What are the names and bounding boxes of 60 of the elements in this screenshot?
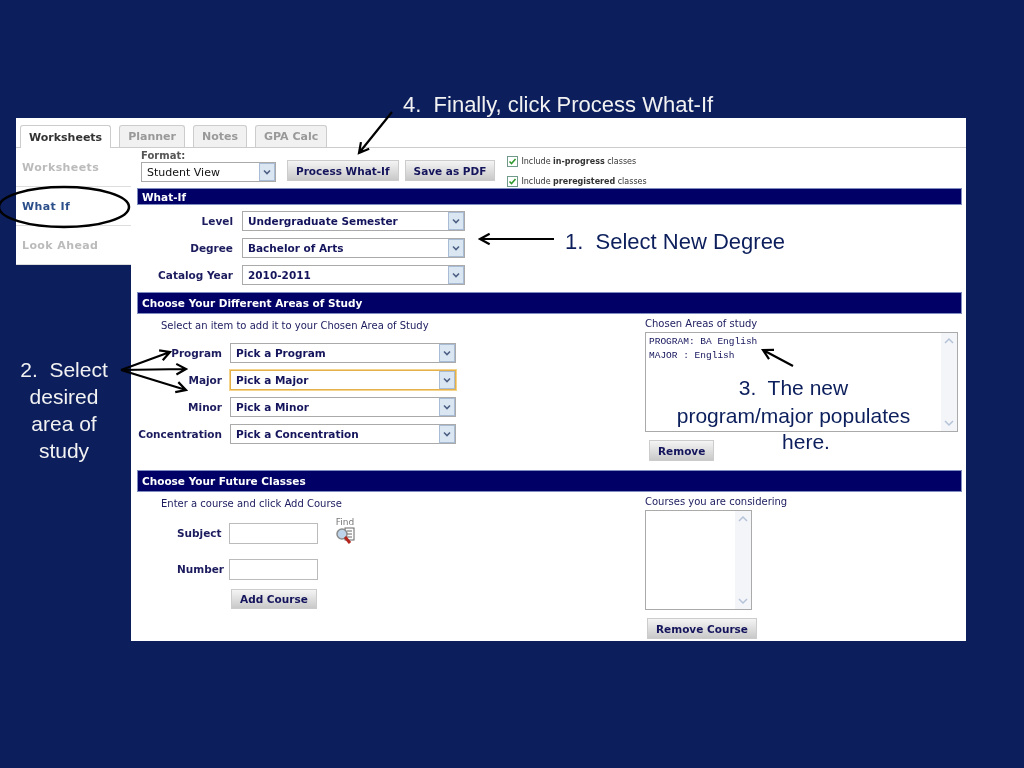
field-label: Number (176, 563, 226, 575)
scrollbar[interactable] (941, 333, 957, 431)
chevron-icon (448, 265, 464, 284)
dropdown[interactable]: Pick a Minor (230, 396, 456, 417)
annotation-text: 1. Select New Degree (565, 228, 786, 255)
checkbox[interactable] (507, 156, 519, 167)
action-button[interactable]: Save as PDF (404, 160, 496, 181)
list-item: MAJOR : English (649, 349, 735, 363)
format-label: Format: (141, 150, 187, 161)
remove-course-button[interactable]: Remove Course (647, 618, 757, 639)
arrow (357, 110, 394, 155)
annotation-text: here. (782, 429, 830, 455)
hint-text: Select an item to add it to your Chosen Area of Study (160, 320, 430, 333)
list-item: PROGRAM: BA English (649, 335, 758, 349)
find-button[interactable]: Find (333, 517, 357, 545)
hint-text: Enter a course and click Add Course (160, 498, 343, 511)
input-field[interactable] (229, 558, 318, 580)
magnifier-icon (333, 527, 357, 545)
annotation-text: 2. Select desired area of study (19, 357, 109, 464)
option-label: Include preregistered classes (521, 177, 647, 186)
dropdown[interactable]: Pick a Major (230, 369, 456, 390)
arrow (760, 348, 795, 368)
chevron-icon (448, 211, 464, 230)
dropdown[interactable]: Pick a Program (230, 342, 456, 363)
section-header: Choose Your Future Classes (137, 470, 962, 492)
input-field[interactable] (229, 522, 318, 544)
dropdown[interactable]: Undergraduate Semester (242, 210, 465, 231)
dropdown[interactable]: Bachelor of Arts (242, 237, 465, 258)
list-label: Courses you are considering (645, 496, 788, 507)
dropdown[interactable]: Student View (141, 162, 276, 182)
field-label: Subject (176, 527, 223, 539)
chevron-icon (439, 397, 455, 416)
chevron-icon (439, 343, 455, 362)
section-header: What-If (137, 188, 962, 205)
chevron-icon (259, 163, 275, 181)
add-course-button[interactable]: Add Course (231, 589, 317, 609)
option-label: Include in-progress classes (521, 157, 637, 166)
field-label: Major (187, 373, 222, 386)
annotation-text: program/major populates (676, 403, 911, 429)
chevron-icon (439, 370, 455, 389)
remove-button[interactable]: Remove (649, 440, 715, 461)
checkbox[interactable] (507, 176, 519, 187)
courses-list[interactable] (645, 510, 752, 610)
field-label: Program (170, 346, 222, 359)
scrollbar[interactable] (735, 511, 751, 609)
chevron-icon (448, 238, 464, 257)
chevron-icon (439, 424, 455, 443)
annotation-text: 3. The new (738, 375, 849, 401)
annotation-text: 4. Finally, click Process What-If (403, 91, 714, 118)
dropdown[interactable]: 2010-2011 (242, 264, 465, 285)
action-button[interactable]: Process What-If (287, 160, 399, 181)
list-label: Chosen Areas of study (645, 318, 759, 329)
section-header: Choose Your Different Areas of Study (137, 292, 962, 314)
field-label: Degree (189, 241, 233, 254)
field-label: Concentration (137, 427, 222, 440)
dropdown[interactable]: Pick a Concentration (230, 423, 456, 444)
field-label: Catalog Year (157, 268, 233, 281)
field-label: Level (200, 214, 233, 227)
field-label: Minor (187, 400, 222, 413)
tab[interactable]: Worksheets (20, 125, 112, 148)
